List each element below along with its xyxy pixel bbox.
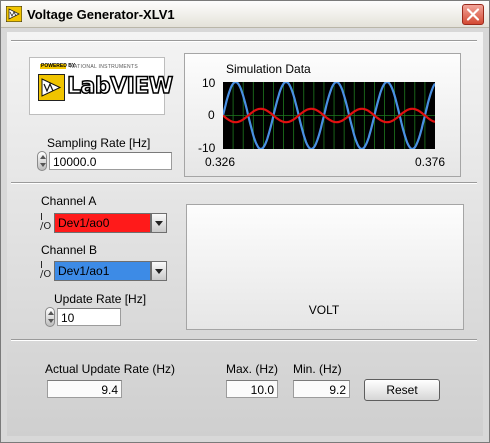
logo-maker: NATIONAL INSTRUMENTS [70, 64, 138, 70]
channel-a-label: Channel A [41, 194, 97, 208]
channel-b-label: Channel B [41, 243, 98, 257]
channel-b-select[interactable]: Dev1/ao1 [54, 261, 151, 281]
channel-b-dropdown-arrow[interactable] [151, 261, 167, 281]
logo-square [38, 74, 65, 101]
divider-bottom [11, 339, 477, 341]
window-title: Voltage Generator-XLV1 [27, 7, 175, 22]
title-bar[interactable]: Voltage Generator-XLV1 [1, 1, 489, 28]
volt-gauge[interactable]: -10.0-7.5-5.0-2.50.02.55.07.510.0VOLT [186, 204, 462, 328]
max-label: Max. (Hz) [226, 362, 278, 376]
min-value: 9.2 [293, 380, 350, 398]
graph-x-tick: 0.326 [205, 155, 236, 169]
sampling-rate-spinner[interactable] [37, 151, 47, 171]
io-icon: I/O [40, 212, 52, 232]
actual-update-rate-label: Actual Update Rate (Hz) [45, 362, 176, 376]
channel-a-select[interactable]: Dev1/ao0 [54, 213, 151, 233]
logo-wordmark: LabVIEW [66, 73, 174, 100]
graph-y-tick: 10 [202, 76, 216, 90]
sampling-rate-label: Sampling Rate [Hz] [47, 136, 151, 150]
graph-y-tick: -10 [198, 141, 216, 155]
actual-update-rate-value: 9.4 [47, 380, 122, 398]
update-rate-label: Update Rate [Hz] [54, 292, 147, 306]
io-icon: I/O [40, 260, 52, 280]
reset-button[interactable]: Reset [364, 379, 440, 401]
divider-top [11, 40, 477, 42]
divider-middle [11, 182, 477, 184]
min-label: Min. (Hz) [293, 362, 342, 376]
update-rate-spinner[interactable] [45, 307, 55, 327]
app-window: Voltage Generator-XLV1 POWERED BY NATION… [0, 0, 490, 443]
labview-app-icon [6, 6, 22, 22]
update-rate-field[interactable]: 10 [57, 308, 121, 326]
sampling-rate-field[interactable]: 10000.0 [49, 152, 172, 170]
simulation-data-plot[interactable] [223, 82, 435, 149]
max-value: 10.0 [226, 380, 278, 398]
channel-a-dropdown-arrow[interactable] [151, 213, 167, 233]
graph-x-tick: 0.376 [415, 155, 446, 169]
gauge-unit-label: VOLT [309, 303, 340, 317]
graph-title: Simulation Data [226, 62, 311, 76]
close-icon [466, 8, 480, 21]
graph-y-tick: 0 [208, 108, 215, 122]
logo-waveform-icon [41, 78, 62, 97]
labview-logo: POWERED BY NATIONAL INSTRUMENTS LabVIEW [29, 57, 174, 115]
close-button[interactable] [462, 4, 484, 25]
